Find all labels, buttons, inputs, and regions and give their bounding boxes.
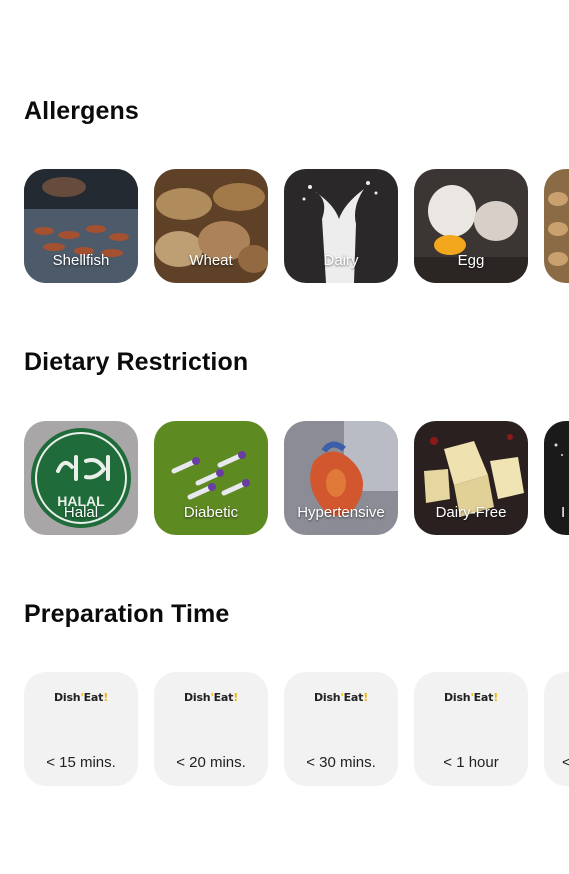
prep-tile-1-hour[interactable]: Dish'Eat! < 1 hour: [414, 672, 528, 786]
preparation-time-title: Preparation Time: [24, 600, 230, 628]
prep-label: < 30 mins.: [306, 754, 376, 771]
allergen-tile-dairy[interactable]: Dairy: [284, 169, 398, 283]
dietary-label: Dairy-Free: [435, 504, 507, 521]
prep-label: < 15 mins.: [46, 754, 116, 771]
dietary-label: Hypertensive: [297, 504, 385, 521]
allergen-label: Wheat: [189, 252, 233, 269]
allergen-tile-wheat[interactable]: Wheat: [154, 169, 268, 283]
allergen-label: Shellfish: [52, 252, 110, 269]
prep-time-row[interactable]: Dish'Eat! < 15 mins. Dish'Eat! < 20 mins…: [0, 672, 569, 786]
prep-tile-partial[interactable]: <: [544, 672, 569, 786]
prep-tile-20[interactable]: Dish'Eat! < 20 mins.: [154, 672, 268, 786]
allergen-label: Egg: [457, 252, 485, 269]
dietary-tile-halal[interactable]: HALAL Halal: [24, 421, 138, 535]
prep-tile-30[interactable]: Dish'Eat! < 30 mins.: [284, 672, 398, 786]
prep-tile-15[interactable]: Dish'Eat! < 15 mins.: [24, 672, 138, 786]
dish-eat-logo: Dish'Eat!: [443, 691, 499, 704]
prep-label: <: [562, 754, 569, 771]
allergens-title: Allergens: [24, 97, 139, 125]
dish-eat-logo: Dish'Eat!: [313, 691, 369, 704]
allergen-tile-egg[interactable]: Egg: [414, 169, 528, 283]
dietary-row[interactable]: HALAL Halal Diabetic Hypertensive Dairy-…: [0, 421, 569, 535]
dietary-label: Diabetic: [183, 504, 239, 521]
dietary-tile-diabetic[interactable]: Diabetic: [154, 421, 268, 535]
dish-eat-logo: Dish'Eat!: [53, 691, 109, 704]
dietary-tile-hypertensive[interactable]: Hypertensive: [284, 421, 398, 535]
allergen-tile-partial[interactable]: [544, 169, 569, 283]
dish-eat-logo: Dish'Eat!: [183, 691, 239, 704]
dietary-tile-dairy-free[interactable]: Dairy-Free: [414, 421, 528, 535]
allergen-label: Dairy: [323, 252, 359, 269]
dietary-restriction-title: Dietary Restriction: [24, 348, 249, 376]
dietary-tile-partial[interactable]: I: [544, 421, 569, 535]
peanut-photo: [544, 169, 569, 283]
prep-label: < 1 hour: [443, 754, 499, 771]
dietary-label: I: [561, 504, 566, 521]
allergens-row[interactable]: Shellfish Wheat Dairy Egg: [0, 169, 569, 283]
allergen-tile-shellfish[interactable]: Shellfish: [24, 169, 138, 283]
dietary-label: Halal: [63, 504, 99, 521]
prep-label: < 20 mins.: [176, 754, 246, 771]
